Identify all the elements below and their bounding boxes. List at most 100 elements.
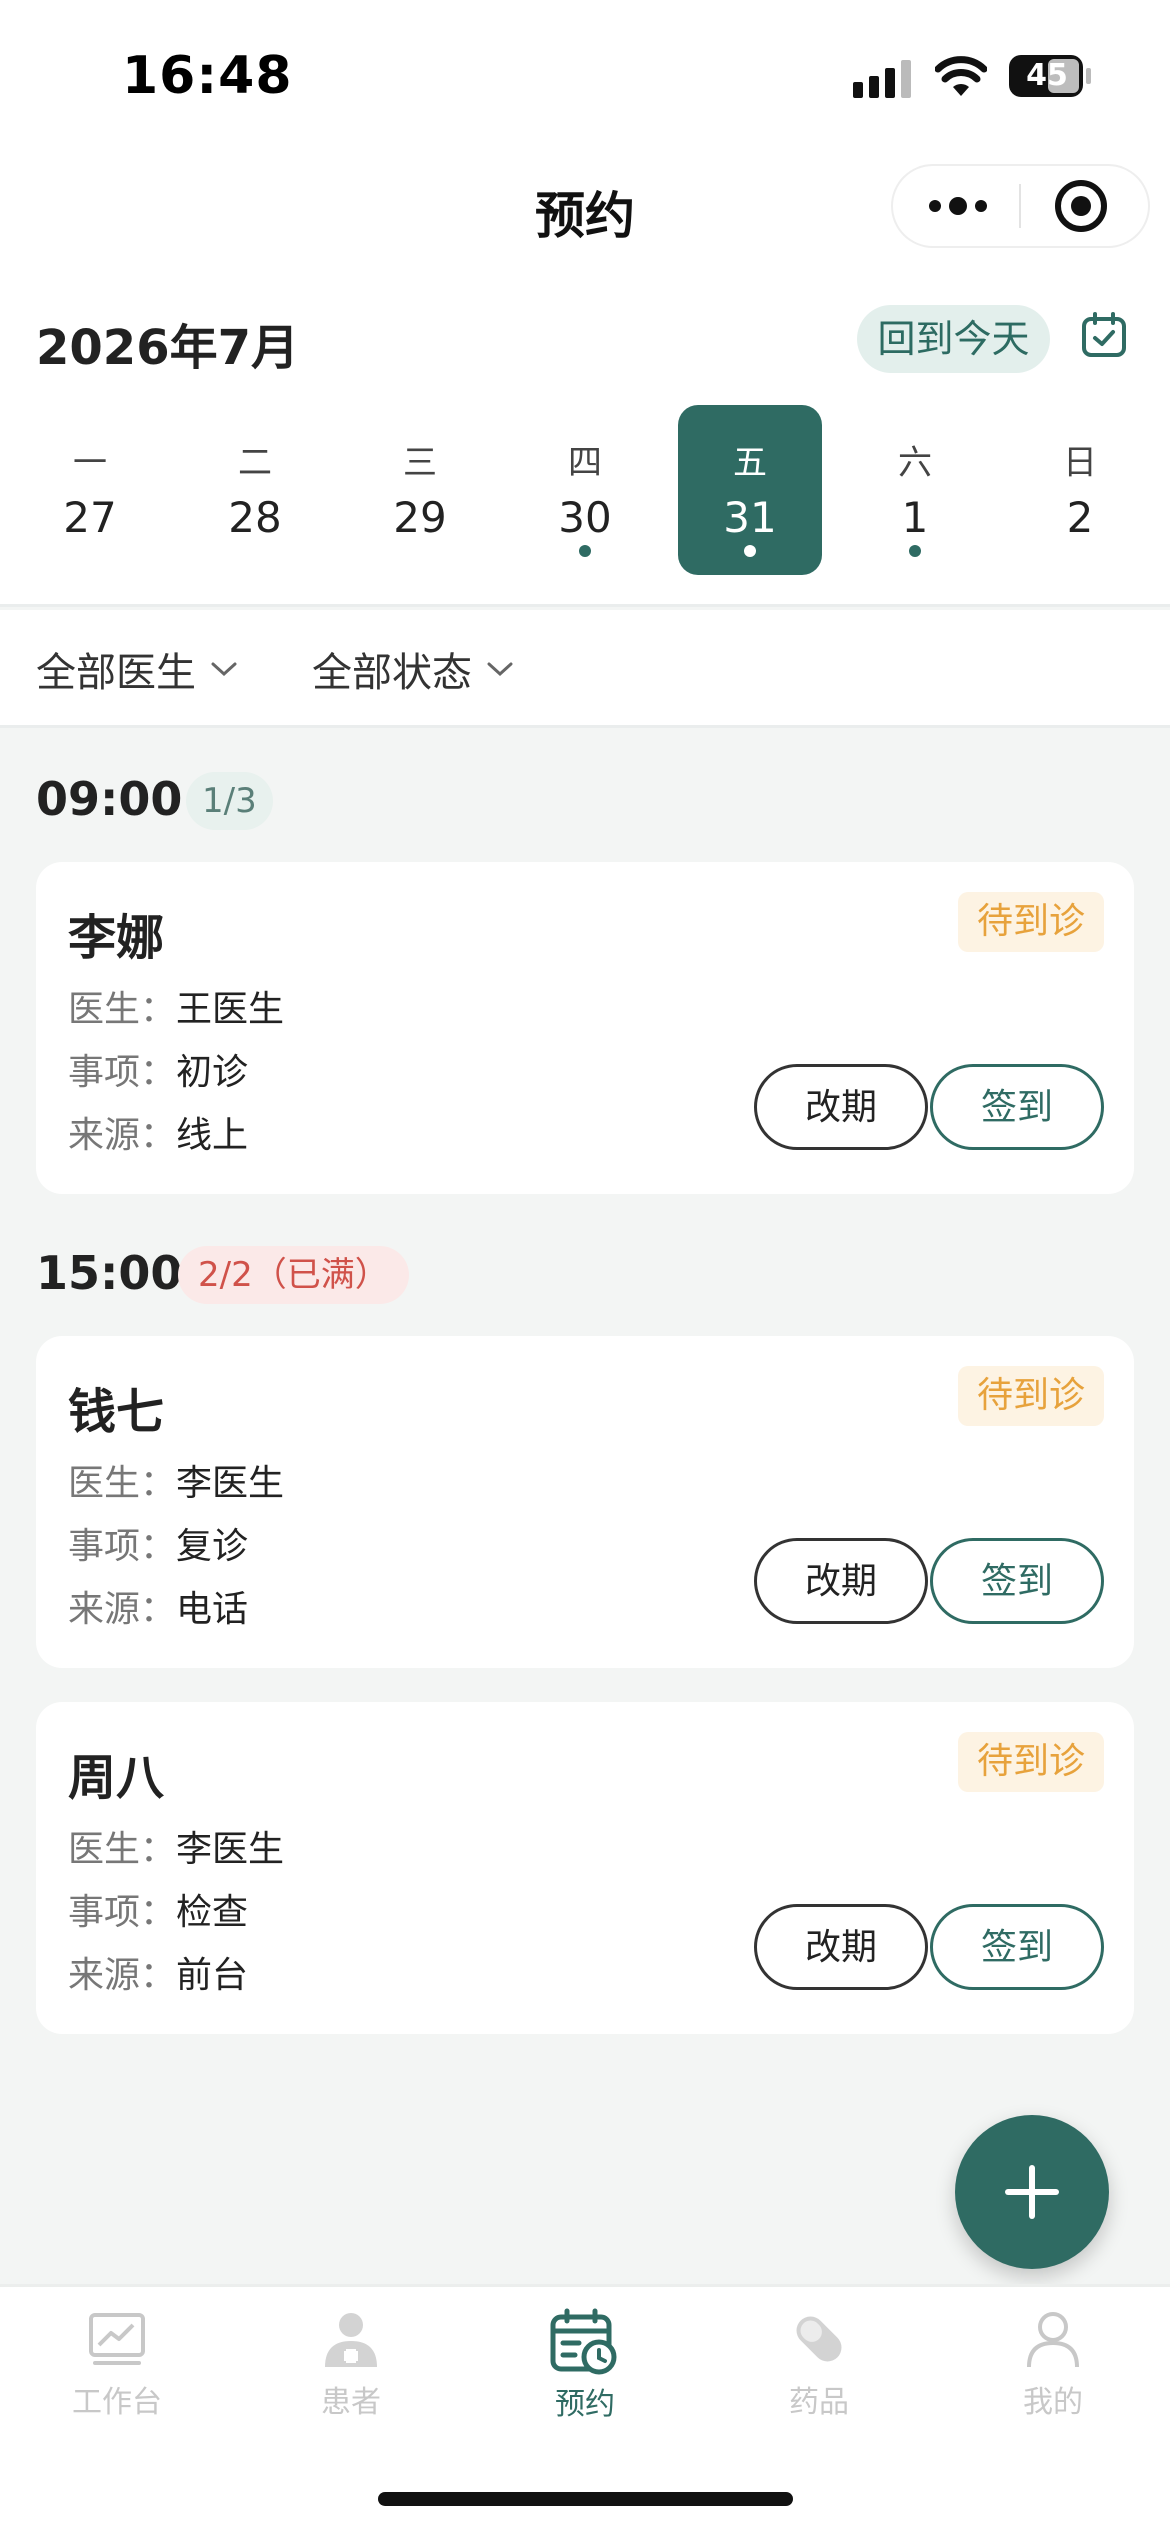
patient-name: 钱七	[68, 1384, 165, 1440]
battery-level: 45	[1026, 58, 1068, 93]
item-row: 事项：检查	[68, 1883, 248, 1935]
day-cell[interactable]: 三 29	[348, 405, 492, 575]
item-row: 事项：复诊	[68, 1517, 248, 1569]
appointment-card[interactable]: 李娜 待到诊 医生：王医生 事项：初诊 来源：线上 改期 签到	[36, 862, 1134, 1194]
capsule-divider	[1019, 184, 1021, 228]
day-cell[interactable]: 一 27	[18, 405, 162, 575]
user-icon	[1027, 2312, 1079, 2368]
reschedule-button[interactable]: 改期	[754, 1064, 928, 1150]
day-cell[interactable]: 六 1	[843, 405, 987, 575]
doctor-value: 王医生	[176, 989, 285, 1030]
doctor-value: 李医生	[176, 1829, 285, 1870]
time-slot-header: 15:00	[36, 1246, 183, 1300]
back-to-today-button[interactable]: 回到今天	[857, 305, 1050, 373]
patient-icon	[325, 2313, 377, 2367]
doctor-key: 医生：	[68, 1463, 177, 1504]
source-value: 电话	[176, 1589, 249, 1630]
status-filter-label: 全部状态	[312, 650, 472, 696]
patient-name: 周八	[68, 1750, 165, 1806]
target-icon[interactable]	[1053, 178, 1109, 234]
day-weekday: 一	[73, 443, 107, 483]
week-strip: 一 27 二 28 三 29 四 30 五 31 六 1 日 2	[0, 400, 1170, 580]
reschedule-button[interactable]: 改期	[754, 1538, 928, 1624]
day-date: 30	[558, 493, 612, 542]
status-badge: 待到诊	[958, 892, 1104, 952]
source-value: 前台	[176, 1955, 249, 1996]
doctor-row: 医生：李医生	[68, 1454, 284, 1506]
item-value: 复诊	[176, 1526, 249, 1567]
tab-label: 药品	[789, 2385, 849, 2420]
time-slot-header: 09:00	[36, 772, 183, 826]
tab-medicines[interactable]: 药品	[702, 2307, 936, 2437]
checkin-button[interactable]: 签到	[930, 1904, 1104, 1990]
item-value: 初诊	[176, 1052, 249, 1093]
item-key: 事项：	[68, 1526, 177, 1567]
checkin-button[interactable]: 签到	[930, 1538, 1104, 1624]
more-dots-icon[interactable]	[923, 184, 993, 228]
calendar-clock-icon	[550, 2308, 617, 2375]
day-cell[interactable]: 日 2	[1008, 405, 1152, 575]
doctor-value: 李医生	[176, 1463, 285, 1504]
tab-workbench[interactable]: 工作台	[0, 2307, 234, 2437]
day-weekday: 日	[1063, 443, 1097, 483]
day-cell[interactable]: 二 28	[183, 405, 327, 575]
tab-label: 我的	[1023, 2385, 1083, 2420]
wifi-icon	[935, 56, 987, 96]
status-bar: 16:48 45	[0, 0, 1170, 140]
tab-patients[interactable]: 患者	[234, 2307, 468, 2437]
tab-appointments[interactable]: 预约	[468, 2307, 702, 2437]
day-date: 27	[63, 493, 117, 542]
slot-capacity-full: 2/2（已满）	[178, 1246, 409, 1304]
day-cell-selected[interactable]: 五 31	[678, 405, 822, 575]
cellular-signal-icon	[853, 60, 911, 98]
source-key: 来源：	[68, 1115, 177, 1156]
appointment-dot	[579, 545, 591, 557]
appointment-card[interactable]: 周八 待到诊 医生：李医生 事项：检查 来源：前台 改期 签到	[36, 1702, 1134, 2034]
day-date: 1	[901, 493, 929, 542]
day-weekday: 五	[733, 443, 767, 483]
doctor-row: 医生：李医生	[68, 1820, 284, 1872]
day-cell[interactable]: 四 30	[513, 405, 657, 575]
appointment-card[interactable]: 钱七 待到诊 医生：李医生 事项：复诊 来源：电话 改期 签到	[36, 1336, 1134, 1668]
item-key: 事项：	[68, 1892, 177, 1933]
slot-capacity: 1/3	[186, 772, 273, 830]
status-badge: 待到诊	[958, 1732, 1104, 1792]
chevron-down-icon	[211, 662, 237, 677]
source-value: 线上	[176, 1115, 249, 1156]
reschedule-button[interactable]: 改期	[754, 1904, 928, 1990]
status-filter-dropdown[interactable]: 全部状态	[312, 640, 514, 698]
add-appointment-button[interactable]	[955, 2115, 1109, 2269]
patient-name: 李娜	[68, 910, 165, 966]
source-key: 来源：	[68, 1589, 177, 1630]
plus-icon	[1005, 2165, 1059, 2219]
tab-label: 预约	[555, 2387, 615, 2422]
appointment-dot	[744, 545, 756, 557]
tab-me[interactable]: 我的	[936, 2307, 1170, 2437]
calendar-month: 2026年7月	[36, 320, 299, 376]
pill-icon	[796, 2316, 842, 2362]
item-value: 检查	[176, 1892, 249, 1933]
day-weekday: 六	[898, 443, 932, 483]
doctor-key: 医生：	[68, 989, 177, 1030]
source-row: 来源：电话	[68, 1580, 248, 1632]
day-date: 2	[1066, 493, 1094, 542]
source-key: 来源：	[68, 1955, 177, 1996]
mini-program-capsule	[893, 166, 1148, 246]
calendar-check-icon[interactable]	[1080, 311, 1128, 359]
battery-icon: 45	[1008, 54, 1092, 98]
appointment-dot	[909, 545, 921, 557]
day-date: 28	[228, 493, 282, 542]
source-row: 来源：线上	[68, 1106, 248, 1158]
doctor-row: 医生：王医生	[68, 980, 284, 1032]
item-row: 事项：初诊	[68, 1043, 248, 1095]
doctor-key: 医生：	[68, 1829, 177, 1870]
doctor-filter-label: 全部医生	[36, 650, 196, 696]
status-time: 16:48	[122, 46, 293, 106]
doctor-filter-dropdown[interactable]: 全部医生	[36, 640, 238, 698]
status-badge: 待到诊	[958, 1366, 1104, 1426]
day-weekday: 三	[403, 443, 437, 483]
source-row: 来源：前台	[68, 1946, 248, 1998]
checkin-button[interactable]: 签到	[930, 1064, 1104, 1150]
filter-bar: 全部医生 全部状态	[0, 610, 1170, 728]
tab-label: 工作台	[72, 2385, 162, 2420]
